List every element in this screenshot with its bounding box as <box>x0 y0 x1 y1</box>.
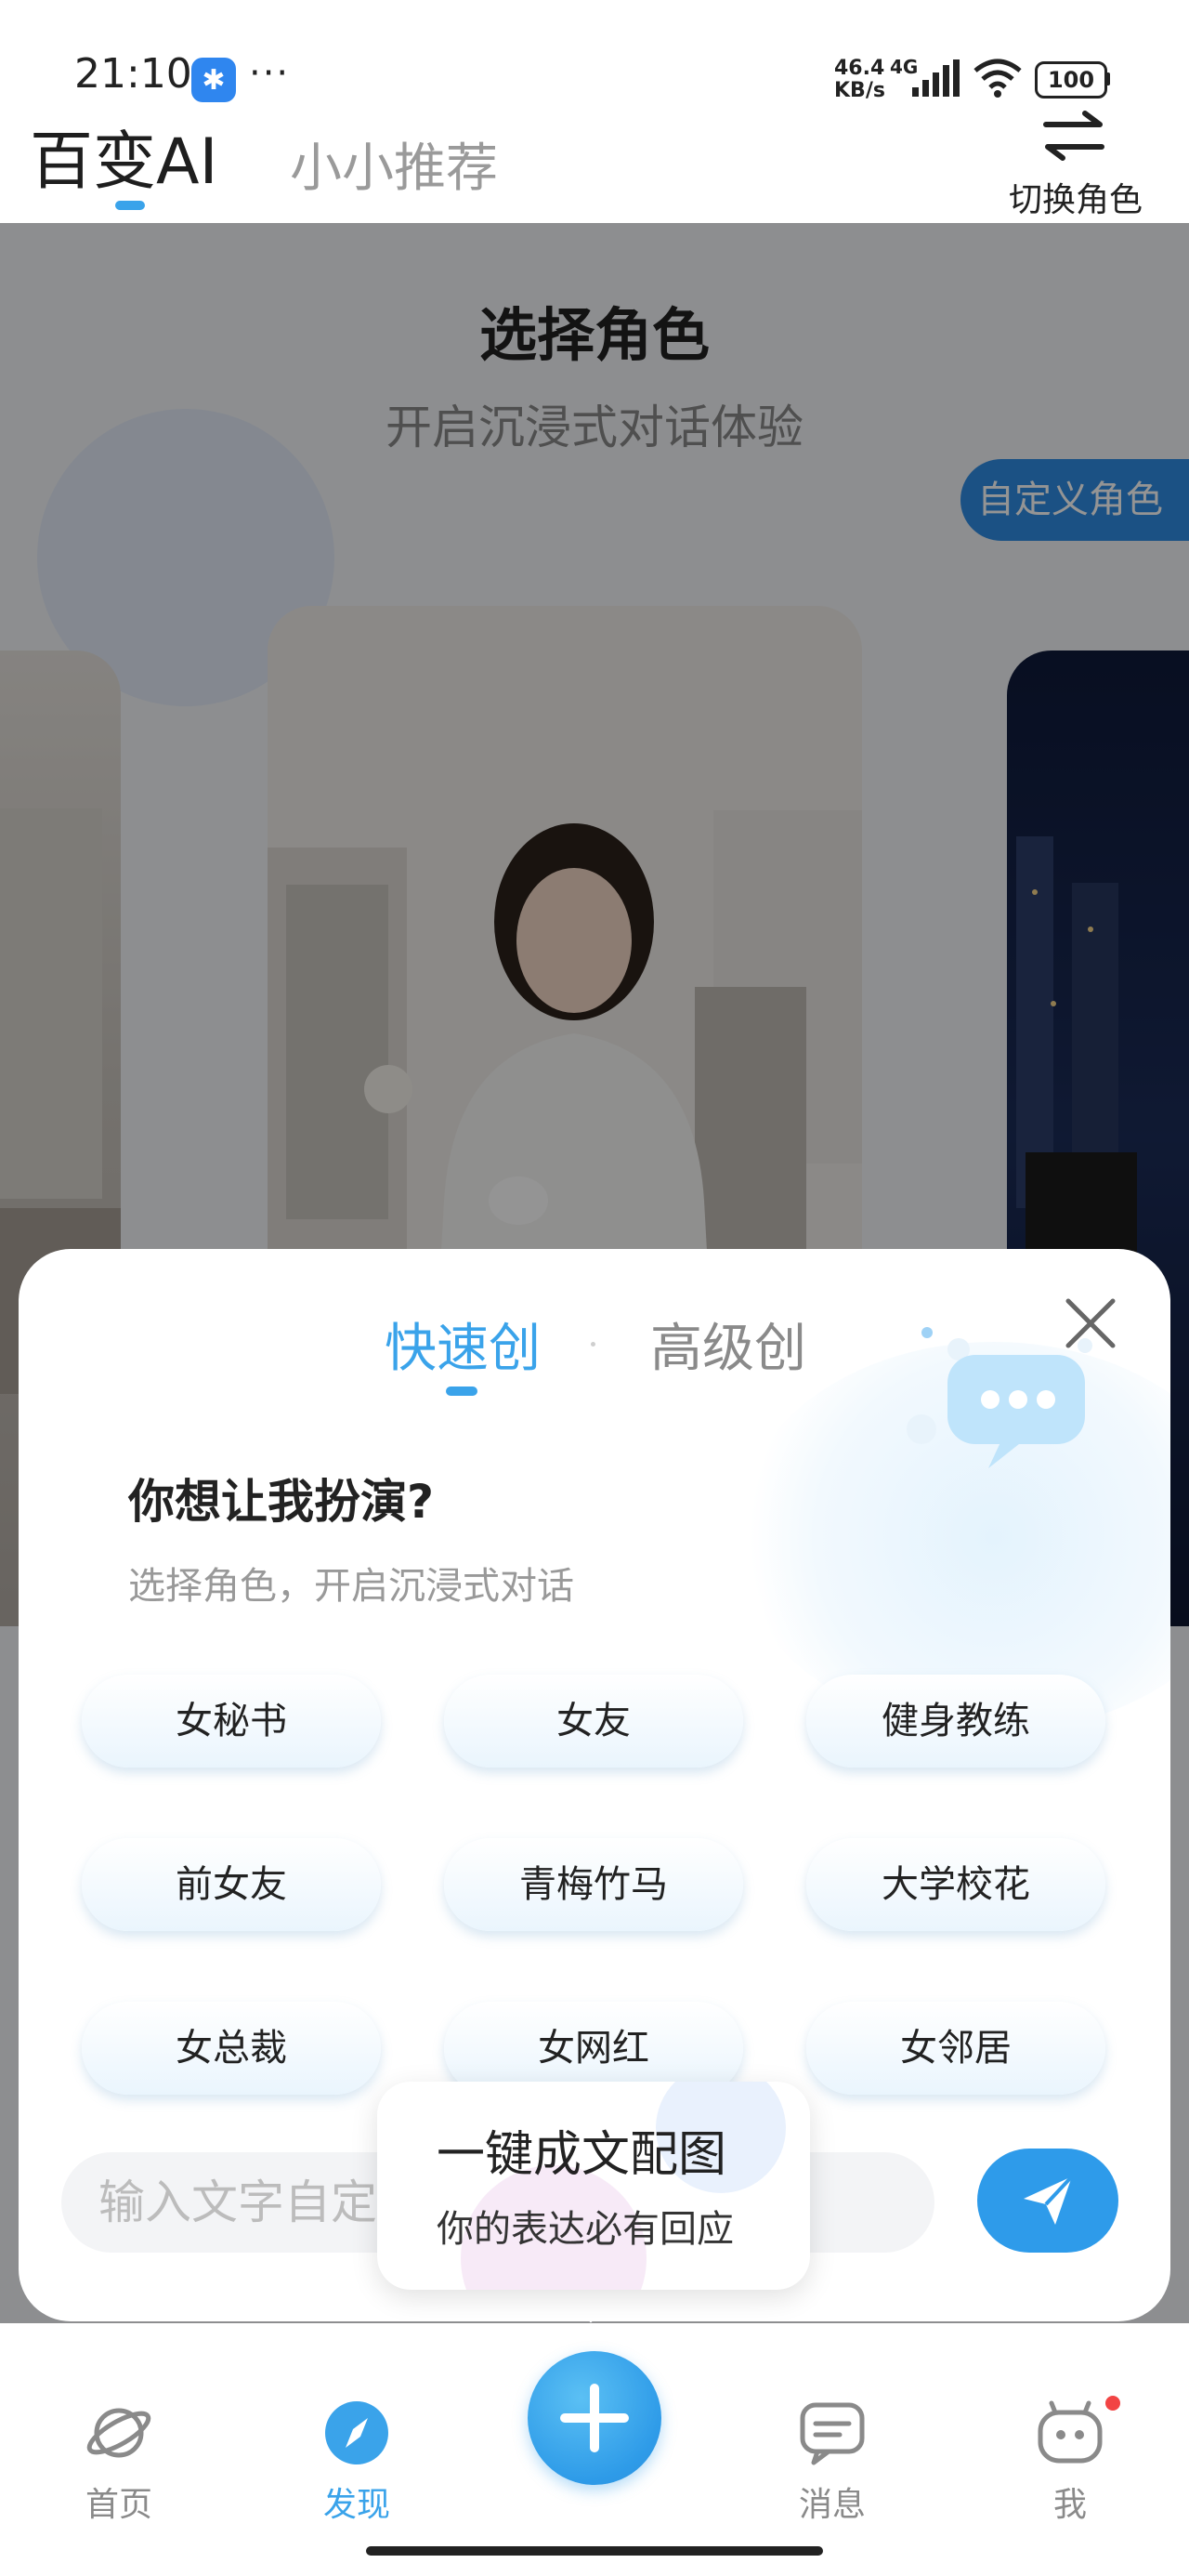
plus-icon <box>560 2384 629 2452</box>
role-chip-female-ceo[interactable]: 女总裁 <box>82 2002 381 2095</box>
close-icon[interactable] <box>1059 1292 1122 1355</box>
tab-recommend[interactable]: 小小推荐 <box>290 126 498 202</box>
tooltip-subtitle: 你的表达必有回应 <box>437 2208 734 2251</box>
more-notifications-icon: ··· <box>249 52 291 95</box>
tab-quick-create[interactable]: 快速创 <box>385 1307 541 1382</box>
active-tab-indicator <box>115 201 145 210</box>
notification-badge <box>1105 2396 1120 2411</box>
role-chip-girlfriend[interactable]: 女友 <box>444 1675 743 1768</box>
role-chip-campus-belle[interactable]: 大学校花 <box>806 1838 1105 1931</box>
modal-heading: 你想让我扮演? <box>128 1475 435 1529</box>
tab-baibian-ai[interactable]: 百变AI <box>30 110 218 202</box>
create-button[interactable] <box>528 2351 661 2485</box>
nav-home-label: 首页 <box>85 2486 152 2524</box>
robot-face-icon <box>1038 2400 1103 2464</box>
compass-icon <box>325 2401 388 2464</box>
switch-role-label[interactable]: 切换角色 <box>1009 173 1143 221</box>
planet-icon <box>86 2408 151 2458</box>
nav-messages-label: 消息 <box>798 2486 866 2524</box>
status-bar: 21:10 ✱ ··· 46.4 KB/s 4G 100 <box>0 0 1189 112</box>
active-tab-indicator <box>446 1387 477 1396</box>
message-icon <box>800 2402 865 2465</box>
tab-advanced-create[interactable]: 高级创 <box>650 1307 806 1382</box>
role-chip-fitness-coach[interactable]: 健身教练 <box>806 1675 1105 1768</box>
nav-discover[interactable]: 发现 <box>292 2398 422 2526</box>
nav-home[interactable]: 首页 <box>54 2398 184 2526</box>
notification-app-icon: ✱ <box>191 58 236 102</box>
tab-separator <box>591 1342 595 1347</box>
role-chip-secretary[interactable]: 女秘书 <box>82 1675 381 1768</box>
role-chip-childhood-sweetheart[interactable]: 青梅竹马 <box>444 1838 743 1931</box>
tooltip-title: 一键成文配图 <box>437 2127 727 2183</box>
switch-arrows-icon[interactable] <box>1040 110 1107 162</box>
modal-subheading: 选择角色，开启沉浸式对话 <box>128 1565 574 1608</box>
send-button[interactable] <box>977 2149 1118 2253</box>
role-chip-influencer[interactable]: 女网红 <box>444 2002 743 2095</box>
wifi-icon <box>973 59 1022 98</box>
battery-icon: 100 <box>1035 61 1107 99</box>
nav-me-label: 我 <box>1052 2486 1087 2524</box>
status-time: 21:10 <box>74 50 192 98</box>
paper-plane-icon <box>1024 2175 1074 2225</box>
home-indicator[interactable] <box>366 2546 823 2556</box>
nav-discover-label: 发现 <box>322 2486 390 2524</box>
custom-role-input-placeholder[interactable]: 输入文字自定义 <box>98 2152 424 2253</box>
network-speed: 46.4 KB/s <box>834 57 885 102</box>
role-chip-ex-girlfriend[interactable]: 前女友 <box>82 1838 381 1931</box>
create-tooltip: 一键成文配图 你的表达必有回应 <box>377 2082 810 2290</box>
nav-me[interactable]: 我 <box>1005 2398 1135 2526</box>
signal-icon <box>912 59 960 97</box>
role-chip-neighbor[interactable]: 女邻居 <box>806 2002 1105 2095</box>
nav-messages[interactable]: 消息 <box>767 2398 897 2526</box>
battery-tip <box>1105 72 1110 85</box>
